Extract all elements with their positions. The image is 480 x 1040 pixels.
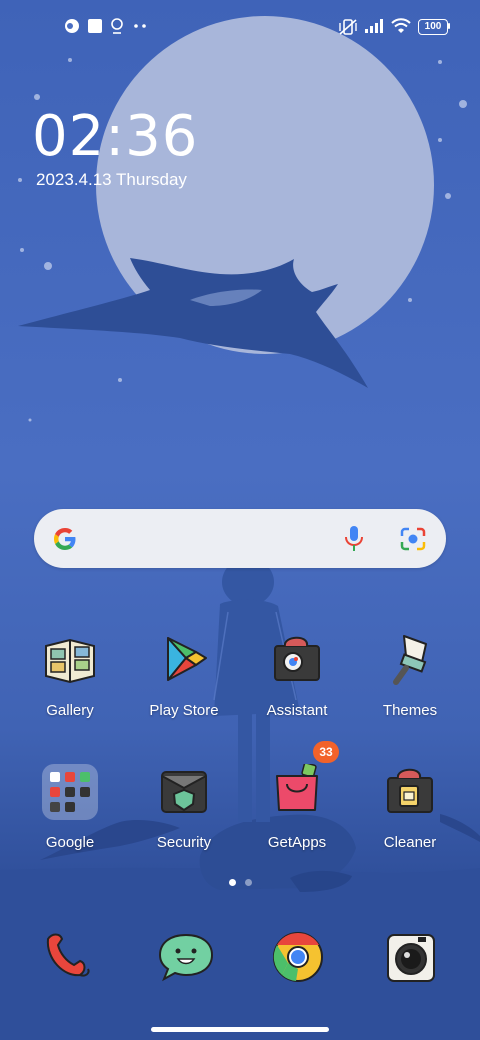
page-indicator-current[interactable] [229,879,236,886]
mute-vibrate-icon [339,19,357,35]
more-notifications-icon [134,24,146,28]
mic-icon[interactable] [344,525,364,553]
camera-icon[interactable] [384,929,440,985]
getapps-icon [276,764,318,811]
location-icon [111,18,123,34]
app-play-store[interactable]: Play Store [128,632,240,742]
gallery-icon [45,638,95,684]
battery-level: 100 [424,21,442,32]
status-bar: 100 [0,0,480,56]
notification-badge: 33 [313,741,339,763]
app-notification-icon [65,19,79,33]
chrome-icon[interactable] [270,929,326,985]
app-label: Google [45,834,95,851]
battery-icon: 100 [418,19,448,35]
clock-hours: 02 [32,104,106,169]
app-label: Security [156,834,212,851]
app-label: Gallery [46,702,94,719]
app-cleaner[interactable]: Cleaner [354,764,466,874]
assistant-icon [274,636,320,681]
app-label: Play Store [149,702,219,719]
cleaner-icon [387,768,433,813]
lens-camera-icon[interactable] [400,527,426,551]
app-label: GetApps [267,834,327,851]
app-label: Cleaner [383,834,437,851]
signal-icon [365,19,383,33]
google-search-bar[interactable] [34,509,446,568]
phone-icon[interactable] [40,929,96,985]
app-label: Assistant [266,702,328,719]
home-indicator[interactable] [151,1027,329,1032]
google-folder-icon [42,764,98,820]
battery-tip [448,23,450,29]
app-getapps[interactable]: GetApps [241,764,353,874]
app-themes[interactable]: Themes [354,632,466,742]
app-gallery[interactable]: Gallery [14,632,126,742]
app-assistant[interactable]: Assistant [241,632,353,742]
date-label[interactable]: 2023.4.13 Thursday [36,170,187,190]
app-label: Themes [382,702,438,719]
clock-separator: : [105,104,126,169]
clock-minutes: 36 [125,104,199,169]
security-icon [161,771,207,813]
app-folder-google[interactable]: Google [14,764,126,874]
clock-widget[interactable]: 02:36 [32,104,198,169]
square-notification-icon [88,19,102,33]
themes-icon [393,635,427,685]
google-logo-icon [54,528,76,550]
play-store-icon [167,637,207,681]
messages-icon[interactable] [158,929,214,985]
page-indicator[interactable] [245,879,252,886]
app-security[interactable]: Security [128,764,240,874]
wifi-icon [391,18,411,33]
